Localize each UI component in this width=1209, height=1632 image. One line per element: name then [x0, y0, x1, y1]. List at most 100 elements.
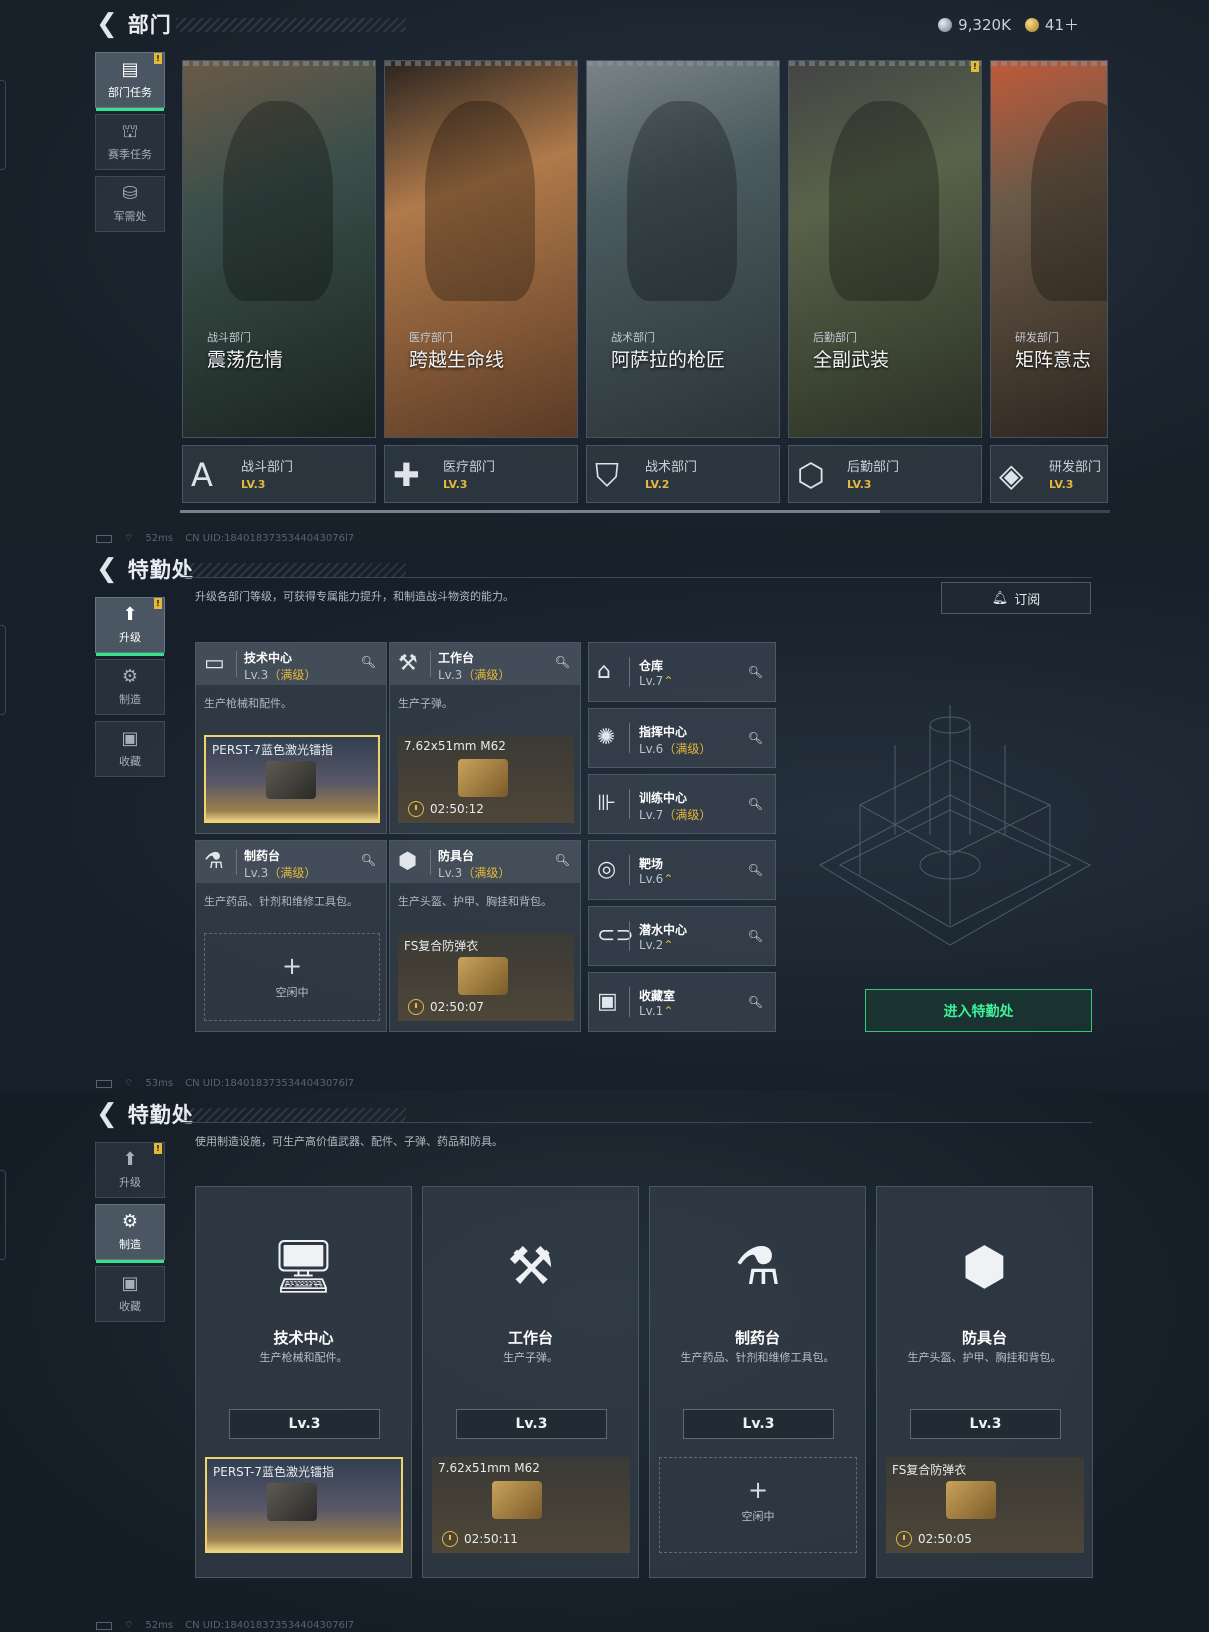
item-name: PERST-7蓝色激光镭指 — [213, 1465, 334, 1479]
facility-level-button[interactable]: Lv.3 — [456, 1409, 607, 1439]
search-icon[interactable]: 🔍︎ — [361, 853, 376, 867]
carousel-scrollbar[interactable] — [180, 510, 1110, 513]
idle-label: 空闲中 — [275, 986, 309, 999]
search-icon[interactable]: 🔍︎ — [748, 731, 763, 745]
nav-item-craft[interactable]: ⚙ 制造 — [95, 1204, 165, 1263]
alert-badge: ! — [971, 61, 979, 72]
craft-facility-card[interactable]: ⚒ 工作台 生产子弹。 Lv.3 7.62x51mm M62 02:50:11 — [422, 1186, 639, 1578]
gold-coin-icon — [1024, 17, 1039, 32]
production-slot[interactable]: FS复合防弹衣 02:50:05 — [886, 1457, 1084, 1553]
department-artwork[interactable]: 研发部门 矩阵意志 — [990, 60, 1108, 438]
facility-icon: ⬢ — [961, 1237, 1008, 1297]
department-category: 研发部门 — [1015, 331, 1059, 344]
department-emblem-icon: ◈ — [999, 456, 1024, 494]
department-level: LV.2 — [645, 478, 670, 491]
room-row[interactable]: ▣ 收藏室 Lv.1⌃ 🔍︎ — [588, 972, 776, 1032]
room-row[interactable]: ◎ 靶场 Lv.6⌃ 🔍︎ — [588, 840, 776, 900]
event-name: 震荡危情 — [207, 349, 284, 371]
department-artwork[interactable]: 战术部门 阿萨拉的枪匠 — [586, 60, 780, 438]
facility-card[interactable]: ▭ 技术中心 Lv.3（满级） 🔍︎ 生产枪械和配件。 PERST-7蓝色激光镭指 — [195, 642, 387, 834]
production-slot[interactable]: PERST-7蓝色激光镭指 — [204, 735, 380, 823]
search-icon[interactable]: 🔍︎ — [748, 995, 763, 1009]
base-wireframe-illustration — [818, 705, 1092, 946]
department-artwork[interactable]: 战斗部门 震荡危情 — [182, 60, 376, 438]
department-footer[interactable]: A 战斗部门 LV.3 — [182, 445, 376, 503]
facility-header: ▭ 技术中心 Lv.3（满级） 🔍︎ — [196, 643, 386, 685]
timer-icon — [408, 801, 424, 817]
room-level: Lv.6⌃ — [639, 872, 673, 886]
facility-level-button[interactable]: Lv.3 — [683, 1409, 834, 1439]
subscribe-button[interactable]: 🔔︎ 订阅 — [941, 582, 1091, 614]
search-icon[interactable]: 🔍︎ — [555, 655, 570, 669]
nav-item-supply[interactable]: ⛁ 军需处 — [95, 176, 165, 232]
facility-level-button[interactable]: Lv.3 — [229, 1409, 380, 1439]
search-icon[interactable]: 🔍︎ — [748, 929, 763, 943]
department-category: 战斗部门 — [207, 331, 251, 344]
production-slot[interactable]: PERST-7蓝色激光镭指 — [205, 1457, 403, 1553]
enter-button[interactable]: 进入特勤处 — [865, 989, 1092, 1032]
room-row[interactable]: ⊪ 训练中心 Lv.7（满级） 🔍︎ — [588, 774, 776, 834]
upgrade-available-icon: ⌃ — [663, 938, 674, 952]
nav-item-upgrade[interactable]: ⬆ 升级! — [95, 1142, 165, 1198]
nav-item-craft[interactable]: ⚙ 制造 — [95, 659, 165, 715]
uid-text: CN UID:1840183735344043076l7 — [185, 533, 355, 544]
title-stripe-decoration — [176, 18, 406, 32]
facility-header: ⚗ 制药台 Lv.3（满级） 🔍︎ — [196, 841, 386, 883]
add-icon: + — [747, 1476, 769, 1504]
department-artwork[interactable]: 医疗部门 跨越生命线 — [384, 60, 578, 438]
department-card[interactable]: 战斗部门震荡危情 A 战斗部门 LV.3 — [182, 60, 376, 505]
craft-facility-card[interactable]: ⬢ 防具台 生产头盔、护甲、胸挂和背包。 Lv.3 FS复合防弹衣 02:50:05 — [876, 1186, 1093, 1578]
department-card[interactable]: 后勤部门 全副武装! ⬡ 后勤部门 LV.3 — [788, 60, 982, 505]
scrollbar-thumb[interactable] — [180, 510, 880, 513]
search-icon[interactable]: 🔍︎ — [748, 863, 763, 877]
production-slot[interactable]: 7.62x51mm M62 02:50:11 — [432, 1457, 630, 1553]
collection-icon: ▣ — [121, 1273, 139, 1294]
room-row[interactable]: ✺ 指挥中心 Lv.6（满级） 🔍︎ — [588, 708, 776, 768]
facility-card[interactable]: ⚗ 制药台 Lv.3（满级） 🔍︎ 生产药品、针剂和维修工具包。 + 空闲中 — [195, 840, 387, 1032]
department-footer[interactable]: ✚ 医疗部门 LV.3 — [384, 445, 578, 503]
nav-item-upgrade[interactable]: ⬆ 升级! — [95, 597, 165, 656]
department-card[interactable]: 战术部门 阿萨拉的枪匠 ⛉ 战术部门 LV.2 — [586, 60, 780, 505]
department-footer[interactable]: ⬡ 后勤部门 LV.3 — [788, 445, 982, 503]
search-icon[interactable]: 🔍︎ — [748, 665, 763, 679]
facility-card[interactable]: ⬢ 防具台 Lv.3（满级） 🔍︎ 生产头盔、护甲、胸挂和背包。 FS复合防弹衣 02:50… — [389, 840, 581, 1032]
facility-description: 生产子弹。 — [398, 697, 453, 710]
department-card[interactable]: 研发部门 矩阵意志 ◈ 研发部门 LV.3 — [990, 60, 1108, 505]
gold-amount[interactable]: 41＋ — [1045, 14, 1079, 35]
side-edge-handle[interactable] — [0, 625, 6, 715]
level-value: Lv.7 — [639, 674, 664, 688]
empty-production-slot[interactable]: + 空闲中 — [659, 1457, 857, 1553]
facility-icon: ⚗ — [734, 1237, 781, 1297]
search-icon[interactable]: 🔍︎ — [748, 797, 763, 811]
production-slot[interactable]: 7.62x51mm M62 02:50:12 — [398, 735, 574, 823]
department-footer[interactable]: ⛉ 战术部门 LV.2 — [586, 445, 780, 503]
divider — [180, 577, 1092, 578]
facility-level: Lv.3（满级） — [244, 864, 316, 881]
facility-level-button[interactable]: Lv.3 — [910, 1409, 1061, 1439]
nav-item-collection[interactable]: ▣ 收藏 — [95, 1266, 165, 1322]
craft-facility-card[interactable]: ⚗ 制药台 生产药品、针剂和维修工具包。 Lv.3 + 空闲中 — [649, 1186, 866, 1578]
back-arrow-icon[interactable]: ❮ — [96, 10, 118, 38]
wifi-icon: ⌔ — [124, 533, 134, 544]
empty-production-slot[interactable]: + 空闲中 — [204, 933, 380, 1021]
back-arrow-icon[interactable]: ❮ — [96, 1100, 118, 1128]
department-artwork[interactable]: 后勤部门 全副武装! — [788, 60, 982, 438]
room-row[interactable]: ⊂⊃ 潜水中心 Lv.2⌃ 🔍︎ — [588, 906, 776, 966]
production-slot[interactable]: FS复合防弹衣 02:50:07 — [398, 933, 574, 1021]
side-edge-handle[interactable] — [0, 1170, 6, 1260]
search-icon[interactable]: 🔍︎ — [555, 853, 570, 867]
room-row[interactable]: ⌂ 仓库 Lv.7⌃ 🔍︎ — [588, 642, 776, 702]
divider — [629, 657, 630, 687]
craft-facility-card[interactable]: 🖥 技术中心 生产枪械和配件。 Lv.3 PERST-7蓝色激光镭指 — [195, 1186, 412, 1578]
search-icon[interactable]: 🔍︎ — [361, 655, 376, 669]
nav-item-season[interactable]: ⛫ 赛季任务 — [95, 114, 165, 170]
back-arrow-icon[interactable]: ❮ — [96, 555, 118, 583]
ping-text: 52ms — [145, 1620, 174, 1631]
nav-item-collection[interactable]: ▣ 收藏 — [95, 721, 165, 777]
facility-card[interactable]: ⚒ 工作台 Lv.3（满级） 🔍︎ 生产子弹。 7.62x51mm M62 02:50:12 — [389, 642, 581, 834]
facility-description: 生产枪械和配件。 — [259, 1351, 348, 1364]
nav-item-clipboard[interactable]: ▤ 部门任务! — [95, 52, 165, 111]
department-card[interactable]: 医疗部门 跨越生命线 ✚ 医疗部门 LV.3 — [384, 60, 578, 505]
side-edge-handle[interactable] — [0, 80, 6, 170]
department-footer[interactable]: ◈ 研发部门 LV.3 — [990, 445, 1108, 503]
